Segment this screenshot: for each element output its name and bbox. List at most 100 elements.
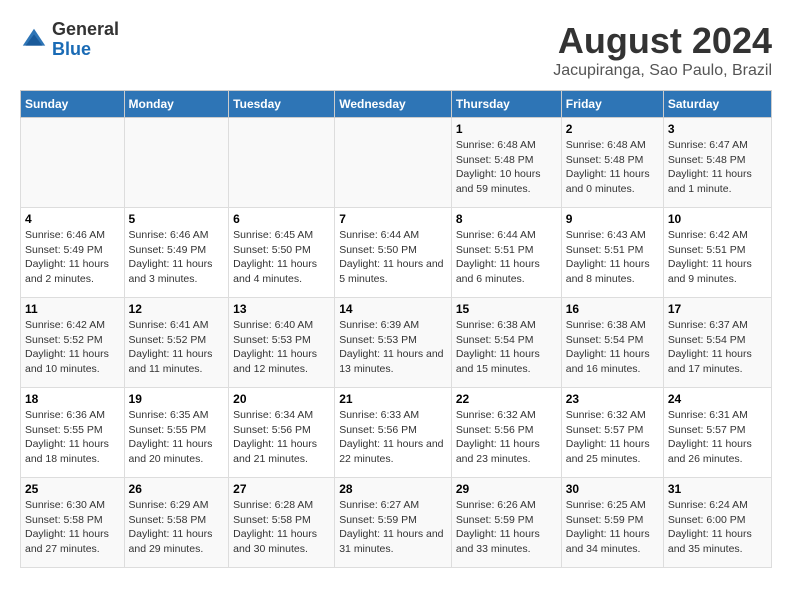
day-info: Sunrise: 6:46 AMSunset: 5:49 PMDaylight:… [25, 228, 120, 287]
calendar-cell: 25 Sunrise: 6:30 AMSunset: 5:58 PMDayligh… [21, 478, 125, 568]
calendar-cell: 28 Sunrise: 6:27 AMSunset: 5:59 PMDayligh… [335, 478, 452, 568]
calendar-cell: 1 Sunrise: 6:48 AMSunset: 5:48 PMDaylight… [451, 118, 561, 208]
week-row: 4 Sunrise: 6:46 AMSunset: 5:49 PMDaylight… [21, 208, 772, 298]
header-cell-thursday: Thursday [451, 91, 561, 118]
day-info: Sunrise: 6:44 AMSunset: 5:51 PMDaylight:… [456, 228, 557, 287]
day-number: 7 [339, 212, 447, 226]
day-number: 2 [566, 122, 659, 136]
day-number: 25 [25, 482, 120, 496]
calendar-cell: 19Sunrise: 6:35 AMSunset: 5:55 PMDayligh… [124, 388, 229, 478]
calendar-cell [124, 118, 229, 208]
day-number: 15 [456, 302, 557, 316]
calendar-table: SundayMondayTuesdayWednesdayThursdayFrid… [20, 90, 772, 568]
day-info: Sunrise: 6:42 AMSunset: 5:51 PMDaylight:… [668, 228, 767, 287]
day-info: Sunrise: 6:34 AMSunset: 5:56 PMDaylight:… [233, 408, 330, 467]
calendar-cell: 22 Sunrise: 6:32 AMSunset: 5:56 PMDayligh… [451, 388, 561, 478]
calendar-header: SundayMondayTuesdayWednesdayThursdayFrid… [21, 91, 772, 118]
day-number: 27 [233, 482, 330, 496]
day-number: 17 [668, 302, 767, 316]
day-info: Sunrise: 6:41 AMSunset: 5:52 PMDaylight:… [129, 318, 225, 377]
calendar-cell: 15Sunrise: 6:38 AMSunset: 5:54 PMDayligh… [451, 298, 561, 388]
day-number: 4 [25, 212, 120, 226]
logo-icon [20, 26, 48, 54]
day-number: 31 [668, 482, 767, 496]
calendar-cell: 6 Sunrise: 6:45 AMSunset: 5:50 PMDaylight… [229, 208, 335, 298]
day-info: Sunrise: 6:43 AMSunset: 5:51 PMDaylight:… [566, 228, 659, 287]
logo-blue-text: Blue [52, 40, 119, 60]
calendar-cell: 30Sunrise: 6:25 AMSunset: 5:59 PMDayligh… [561, 478, 663, 568]
day-number: 24 [668, 392, 767, 406]
day-number: 8 [456, 212, 557, 226]
day-info: Sunrise: 6:39 AMSunset: 5:53 PMDaylight:… [339, 318, 447, 377]
day-info: Sunrise: 6:40 AMSunset: 5:53 PMDaylight:… [233, 318, 330, 377]
day-info: Sunrise: 6:46 AMSunset: 5:49 PMDaylight:… [129, 228, 225, 287]
header-cell-sunday: Sunday [21, 91, 125, 118]
calendar-cell: 11 Sunrise: 6:42 AMSunset: 5:52 PMDayligh… [21, 298, 125, 388]
calendar-cell: 16 Sunrise: 6:38 AMSunset: 5:54 PMDayligh… [561, 298, 663, 388]
day-info: Sunrise: 6:29 AMSunset: 5:58 PMDaylight:… [129, 498, 225, 557]
calendar-cell: 20Sunrise: 6:34 AMSunset: 5:56 PMDayligh… [229, 388, 335, 478]
logo-text: General Blue [52, 20, 119, 60]
calendar-cell: 18 Sunrise: 6:36 AMSunset: 5:55 PMDayligh… [21, 388, 125, 478]
calendar-cell: 26 Sunrise: 6:29 AMSunset: 5:58 PMDayligh… [124, 478, 229, 568]
header-cell-monday: Monday [124, 91, 229, 118]
day-info: Sunrise: 6:28 AMSunset: 5:58 PMDaylight:… [233, 498, 330, 557]
day-number: 6 [233, 212, 330, 226]
day-info: Sunrise: 6:47 AMSunset: 5:48 PMDaylight:… [668, 138, 767, 197]
day-info: Sunrise: 6:38 AMSunset: 5:54 PMDaylight:… [566, 318, 659, 377]
day-number: 14 [339, 302, 447, 316]
calendar-cell: 7 Sunrise: 6:44 AMSunset: 5:50 PMDaylight… [335, 208, 452, 298]
header-cell-saturday: Saturday [663, 91, 771, 118]
day-info: Sunrise: 6:32 AMSunset: 5:57 PMDaylight:… [566, 408, 659, 467]
day-number: 26 [129, 482, 225, 496]
day-info: Sunrise: 6:42 AMSunset: 5:52 PMDaylight:… [25, 318, 120, 377]
day-number: 16 [566, 302, 659, 316]
week-row: 25 Sunrise: 6:30 AMSunset: 5:58 PMDayligh… [21, 478, 772, 568]
day-info: Sunrise: 6:32 AMSunset: 5:56 PMDaylight:… [456, 408, 557, 467]
day-number: 28 [339, 482, 447, 496]
calendar-cell: 13 Sunrise: 6:40 AMSunset: 5:53 PMDayligh… [229, 298, 335, 388]
calendar-cell: 24 Sunrise: 6:31 AMSunset: 5:57 PMDayligh… [663, 388, 771, 478]
subtitle: Jacupiranga, Sao Paulo, Brazil [553, 62, 772, 80]
day-info: Sunrise: 6:37 AMSunset: 5:54 PMDaylight:… [668, 318, 767, 377]
calendar-cell [21, 118, 125, 208]
header-cell-friday: Friday [561, 91, 663, 118]
calendar-cell: 27 Sunrise: 6:28 AMSunset: 5:58 PMDayligh… [229, 478, 335, 568]
day-info: Sunrise: 6:44 AMSunset: 5:50 PMDaylight:… [339, 228, 447, 287]
day-number: 21 [339, 392, 447, 406]
day-number: 23 [566, 392, 659, 406]
day-info: Sunrise: 6:36 AMSunset: 5:55 PMDaylight:… [25, 408, 120, 467]
day-number: 1 [456, 122, 557, 136]
title-area: August 2024 Jacupiranga, Sao Paulo, Braz… [553, 20, 772, 80]
calendar-cell: 21Sunrise: 6:33 AMSunset: 5:56 PMDayligh… [335, 388, 452, 478]
calendar-cell: 10Sunrise: 6:42 AMSunset: 5:51 PMDayligh… [663, 208, 771, 298]
calendar-cell: 3Sunrise: 6:47 AMSunset: 5:48 PMDaylight… [663, 118, 771, 208]
day-number: 18 [25, 392, 120, 406]
day-number: 5 [129, 212, 225, 226]
day-number: 13 [233, 302, 330, 316]
header-row: SundayMondayTuesdayWednesdayThursdayFrid… [21, 91, 772, 118]
day-info: Sunrise: 6:45 AMSunset: 5:50 PMDaylight:… [233, 228, 330, 287]
logo: General Blue [20, 20, 119, 60]
calendar-cell: 17 Sunrise: 6:37 AMSunset: 5:54 PMDayligh… [663, 298, 771, 388]
main-title: August 2024 [553, 20, 772, 62]
day-info: Sunrise: 6:26 AMSunset: 5:59 PMDaylight:… [456, 498, 557, 557]
day-info: Sunrise: 6:27 AMSunset: 5:59 PMDaylight:… [339, 498, 447, 557]
calendar-cell: 31Sunrise: 6:24 AMSunset: 6:00 PMDayligh… [663, 478, 771, 568]
day-info: Sunrise: 6:48 AMSunset: 5:48 PMDaylight:… [566, 138, 659, 197]
calendar-cell: 8 Sunrise: 6:44 AMSunset: 5:51 PMDaylight… [451, 208, 561, 298]
day-number: 22 [456, 392, 557, 406]
day-number: 30 [566, 482, 659, 496]
week-row: 18 Sunrise: 6:36 AMSunset: 5:55 PMDayligh… [21, 388, 772, 478]
day-info: Sunrise: 6:35 AMSunset: 5:55 PMDaylight:… [129, 408, 225, 467]
day-info: Sunrise: 6:31 AMSunset: 5:57 PMDaylight:… [668, 408, 767, 467]
day-number: 11 [25, 302, 120, 316]
calendar-cell [335, 118, 452, 208]
day-info: Sunrise: 6:48 AMSunset: 5:48 PMDaylight:… [456, 138, 557, 197]
calendar-body: 1 Sunrise: 6:48 AMSunset: 5:48 PMDaylight… [21, 118, 772, 568]
day-info: Sunrise: 6:30 AMSunset: 5:58 PMDaylight:… [25, 498, 120, 557]
calendar-cell: 14 Sunrise: 6:39 AMSunset: 5:53 PMDayligh… [335, 298, 452, 388]
logo-general-text: General [52, 20, 119, 40]
header: General Blue August 2024 Jacupiranga, Sa… [20, 20, 772, 80]
calendar-cell: 2 Sunrise: 6:48 AMSunset: 5:48 PMDaylight… [561, 118, 663, 208]
